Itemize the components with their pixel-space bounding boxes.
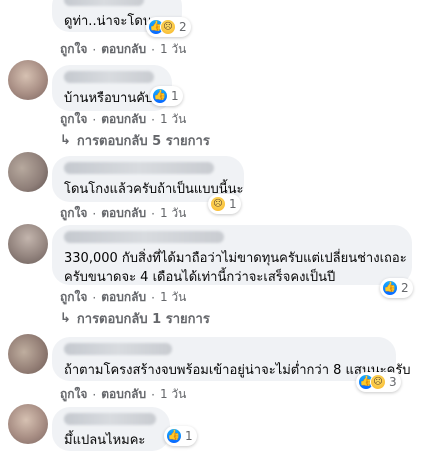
- view-replies-link[interactable]: ↳ การตอบกลับ 5 รายการ: [60, 130, 210, 151]
- comment-bubble: ถ้าตามโครงสร้างจบพร้อมเข้าอยู่น่าจะไม่ต่…: [52, 337, 411, 381]
- reaction-count: 3: [389, 375, 397, 389]
- comment-text-line-1: 330,000 กับสิ่งที่ได้มาถือว่าไม่ขาดทุนคร…: [64, 251, 407, 266]
- like-link[interactable]: ถูกใจ: [60, 385, 87, 404]
- reaction-count: 1: [171, 89, 179, 103]
- like-link[interactable]: ถูกใจ: [60, 204, 87, 223]
- view-replies-link[interactable]: ↳ การตอบกลับ 1 รายการ: [60, 308, 210, 329]
- separator: ·: [151, 387, 155, 402]
- like-link[interactable]: ถูกใจ: [60, 40, 87, 59]
- comment-actions: ถูกใจ · ตอบกลับ · 1 วัน: [60, 204, 186, 223]
- separator: ·: [92, 290, 97, 305]
- timestamp[interactable]: 1 วัน: [160, 385, 186, 404]
- comment-text: บ้านหรือบานคับ: [64, 91, 154, 106]
- reaction-summary[interactable]: ☹ 1: [208, 194, 241, 214]
- separator: ·: [151, 206, 155, 221]
- sad-icon: ☹: [160, 19, 176, 35]
- separator: ·: [151, 112, 155, 127]
- avatar[interactable]: [8, 152, 48, 192]
- like-icon: 👍: [382, 280, 398, 296]
- sad-icon: ☹: [370, 374, 386, 390]
- avatar[interactable]: [8, 60, 48, 100]
- separator: ·: [151, 290, 155, 305]
- like-link[interactable]: ถูกใจ: [60, 110, 87, 129]
- comment-bubble: มึ้แปลนไหมคะ: [52, 407, 170, 451]
- timestamp[interactable]: 1 วัน: [160, 288, 186, 307]
- like-icon: 👍: [152, 88, 168, 104]
- comments-section: ดูท่า..น่าจะโดน 👍 ☹ 2 ถูกใจ · ตอบกลับ · …: [0, 0, 446, 461]
- timestamp[interactable]: 1 วัน: [160, 40, 186, 59]
- avatar[interactable]: [8, 334, 48, 374]
- comment-text: มึ้แปลนไหมคะ: [64, 433, 146, 448]
- comment-text-line-2: ครับขนาดจะ 4 เดือนได้เท่านี้กว่าจะเสร็จค…: [64, 270, 336, 285]
- reply-arrow-icon: ↳: [60, 133, 71, 148]
- commenter-name-blurred: [64, 413, 156, 425]
- replies-count-text: การตอบกลับ 5 รายการ: [76, 134, 210, 149]
- like-link[interactable]: ถูกใจ: [60, 288, 87, 307]
- reply-link[interactable]: ตอบกลับ: [101, 40, 146, 59]
- reaction-count: 2: [179, 20, 187, 34]
- separator: ·: [151, 42, 155, 57]
- reply-link[interactable]: ตอบกลับ: [101, 204, 146, 223]
- comment-actions: ถูกใจ · ตอบกลับ · 1 วัน: [60, 110, 186, 129]
- reply-link[interactable]: ตอบกลับ: [101, 385, 146, 404]
- timestamp[interactable]: 1 วัน: [160, 204, 186, 223]
- commenter-name-blurred: [64, 231, 224, 243]
- like-icon: 👍: [166, 428, 182, 444]
- reaction-summary[interactable]: 👍 ☹ 3: [356, 372, 401, 392]
- commenter-name-blurred: [64, 71, 154, 83]
- commenter-name-blurred: [64, 162, 214, 174]
- separator: ·: [92, 387, 97, 402]
- commenter-name-blurred: [64, 343, 172, 355]
- separator: ·: [92, 42, 97, 57]
- sad-icon: ☹: [210, 196, 226, 212]
- reply-link[interactable]: ตอบกลับ: [101, 288, 146, 307]
- reaction-count: 2: [401, 281, 409, 295]
- reaction-count: 1: [229, 197, 237, 211]
- separator: ·: [92, 206, 97, 221]
- separator: ·: [92, 112, 97, 127]
- timestamp[interactable]: 1 วัน: [160, 110, 186, 129]
- comment-text: โดนโกงแล้วครับถ้าเป็นแบบนี้นะ: [64, 182, 244, 197]
- comment-actions: ถูกใจ · ตอบกลับ · 1 วัน: [60, 288, 186, 307]
- avatar[interactable]: [8, 224, 48, 264]
- commenter-name-blurred: [64, 0, 144, 6]
- reply-arrow-icon: ↳: [60, 311, 71, 326]
- reply-link[interactable]: ตอบกลับ: [101, 110, 146, 129]
- reaction-summary[interactable]: 👍 2: [380, 278, 413, 298]
- comment-text: ถ้าตามโครงสร้างจบพร้อมเข้าอยู่น่าจะไม่ต่…: [64, 363, 411, 378]
- comment-actions: ถูกใจ · ตอบกลับ · 1 วัน: [60, 385, 186, 404]
- replies-count-text: การตอบกลับ 1 รายการ: [76, 312, 210, 327]
- reaction-summary[interactable]: 👍 ☹ 2: [146, 17, 191, 37]
- avatar[interactable]: [8, 404, 48, 444]
- reaction-count: 1: [185, 429, 193, 443]
- comment-bubble: 330,000 กับสิ่งที่ได้มาถือว่าไม่ขาดทุนคร…: [52, 225, 412, 285]
- comment-actions: ถูกใจ · ตอบกลับ · 1 วัน: [60, 40, 186, 59]
- reaction-summary[interactable]: 👍 1: [164, 426, 197, 446]
- reaction-summary[interactable]: 👍 1: [150, 86, 183, 106]
